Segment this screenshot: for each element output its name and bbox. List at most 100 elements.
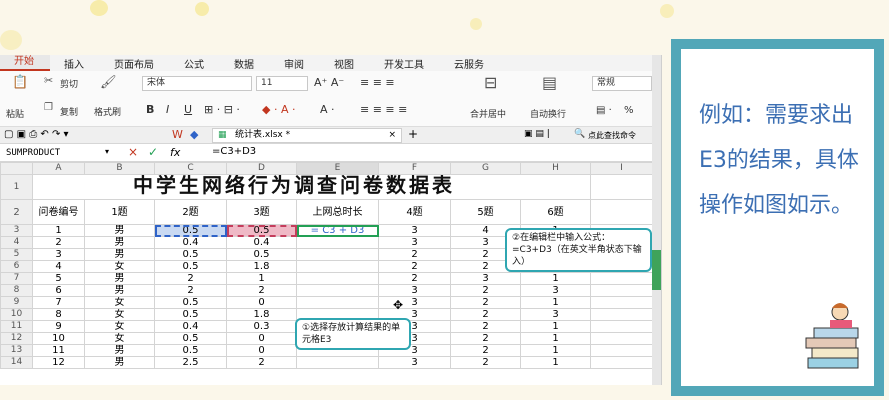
header-cell[interactable]: 3题 — [226, 199, 297, 225]
table-cell[interactable]: 0.5 — [154, 332, 227, 345]
table-cell[interactable]: 男 — [84, 344, 155, 357]
font-name-select[interactable]: 宋体 — [142, 76, 252, 91]
table-cell[interactable] — [590, 296, 653, 309]
search-icon[interactable]: 🔍 — [574, 129, 585, 139]
underline-button[interactable]: U — [184, 103, 192, 116]
new-tab-icon[interactable]: + — [408, 127, 418, 141]
table-cell[interactable]: 4 — [32, 260, 85, 273]
row-header[interactable]: 2 — [0, 199, 33, 225]
confirm-icon[interactable]: ✓ — [148, 145, 158, 159]
name-box-dropdown-icon[interactable]: ▾ — [105, 147, 109, 156]
table-cell[interactable] — [590, 308, 653, 321]
table-cell[interactable]: 10 — [32, 332, 85, 345]
table-cell[interactable] — [296, 272, 379, 285]
menu-tab-data[interactable]: 数据 — [220, 56, 270, 71]
header-cell[interactable]: 4题 — [378, 199, 451, 225]
column-header-g[interactable]: G — [450, 162, 521, 175]
menu-tab-formulas[interactable]: 公式 — [170, 56, 220, 71]
row-header[interactable]: 6 — [0, 260, 33, 273]
table-cell[interactable]: 男 — [84, 356, 155, 369]
vertical-scrollbar[interactable] — [652, 55, 661, 385]
table-cell[interactable]: 0.5 — [154, 344, 227, 357]
table-cell[interactable] — [590, 174, 653, 200]
table-cell[interactable]: 2 — [450, 356, 521, 369]
column-header-f[interactable]: F — [378, 162, 451, 175]
bold-button[interactable]: B — [146, 103, 154, 116]
table-cell[interactable] — [296, 236, 379, 249]
table-cell[interactable]: 6 — [32, 284, 85, 297]
table-cell[interactable]: 1 — [520, 272, 591, 285]
column-header-i[interactable]: I — [590, 162, 653, 175]
table-cell[interactable]: 3 — [520, 308, 591, 321]
align-top-icon[interactable]: ≡ ≡ ≡ — [360, 76, 395, 89]
row-header[interactable]: 14 — [0, 356, 33, 369]
table-cell[interactable]: 0.3 — [226, 320, 297, 333]
table-cell[interactable]: 2 — [450, 320, 521, 333]
table-cell[interactable]: 2 — [450, 284, 521, 297]
table-cell[interactable] — [296, 296, 379, 309]
font-size-select[interactable]: 11 — [256, 76, 308, 91]
scroll-thumb[interactable] — [652, 250, 661, 290]
table-cell[interactable] — [590, 332, 653, 345]
table-cell[interactable]: 0.5 — [226, 224, 297, 237]
table-cell[interactable]: 0.4 — [154, 320, 227, 333]
table-cell[interactable]: 1 — [520, 344, 591, 357]
italic-button[interactable]: I — [166, 103, 169, 116]
table-cell[interactable] — [590, 284, 653, 297]
table-cell[interactable]: 2.5 — [154, 356, 227, 369]
view-icons[interactable]: ▣ ▤ | — [524, 129, 550, 139]
row-header[interactable]: 4 — [0, 236, 33, 249]
column-header-b[interactable]: B — [84, 162, 155, 175]
row-header[interactable]: 3 — [0, 224, 33, 237]
table-cell[interactable] — [590, 344, 653, 357]
table-cell[interactable]: 2 — [378, 272, 451, 285]
table-cell[interactable]: 男 — [84, 224, 155, 237]
table-cell[interactable]: 0 — [226, 332, 297, 345]
close-tab-icon[interactable]: × — [388, 129, 396, 142]
table-cell[interactable]: 男 — [84, 236, 155, 249]
merge-center-button[interactable]: 合并居中 — [470, 107, 506, 120]
row-header[interactable]: 5 — [0, 248, 33, 261]
header-cell[interactable]: 6题 — [520, 199, 591, 225]
number-format-select[interactable]: 常规 — [592, 76, 652, 91]
scissors-icon[interactable]: ✂ — [44, 74, 53, 87]
row-header[interactable]: 11 — [0, 320, 33, 333]
table-cell[interactable]: 2 — [226, 284, 297, 297]
table-cell[interactable]: 2 — [378, 248, 451, 261]
table-cell[interactable] — [296, 356, 379, 369]
clipboard-icon[interactable]: 📋 — [12, 75, 28, 90]
column-header-a[interactable]: A — [32, 162, 85, 175]
header-cell[interactable]: 1题 — [84, 199, 155, 225]
table-cell[interactable]: 11 — [32, 344, 85, 357]
brush-icon[interactable]: 🖌 — [100, 75, 117, 90]
table-cell[interactable]: 3 — [378, 296, 451, 309]
table-cell[interactable]: 3 — [378, 236, 451, 249]
table-cell[interactable]: 2 — [450, 308, 521, 321]
table-cell[interactable]: 0.5 — [154, 248, 227, 261]
header-cell[interactable]: 问卷编号 — [32, 199, 85, 225]
table-cell[interactable]: 3 — [378, 224, 451, 237]
wrap-text-button[interactable]: 自动换行 — [530, 107, 566, 120]
sheet-title-cell[interactable]: 中学生网络行为调查问卷数据表 — [33, 175, 591, 200]
table-cell[interactable]: 3 — [32, 248, 85, 261]
menu-tab-view[interactable]: 视图 — [320, 56, 370, 71]
table-cell[interactable]: 3 — [378, 356, 451, 369]
column-header-h[interactable]: H — [520, 162, 591, 175]
menu-tab-developer[interactable]: 开发工具 — [370, 56, 440, 71]
select-all-corner[interactable] — [0, 162, 33, 175]
table-cell[interactable]: 0 — [226, 296, 297, 309]
file-tab[interactable]: ▦ 统计表.xlsx * × — [212, 128, 402, 143]
table-cell[interactable]: 2 — [378, 260, 451, 273]
table-cell[interactable]: 1 — [520, 332, 591, 345]
table-cell[interactable] — [296, 248, 379, 261]
table-cell[interactable]: 2 — [226, 356, 297, 369]
table-cell[interactable]: 女 — [84, 308, 155, 321]
table-cell[interactable]: = C3 + D3 — [296, 224, 379, 237]
row-header[interactable]: 7 — [0, 272, 33, 285]
table-cell[interactable]: 女 — [84, 260, 155, 273]
quick-access-icons[interactable]: ▢ ▣ ⎙ ↶ ↷ ▾ — [4, 129, 69, 140]
paste-button[interactable]: 粘贴 — [6, 107, 24, 120]
table-cell[interactable]: 1 — [520, 320, 591, 333]
table-cell[interactable]: 0 — [226, 344, 297, 357]
row-header[interactable]: 9 — [0, 296, 33, 309]
